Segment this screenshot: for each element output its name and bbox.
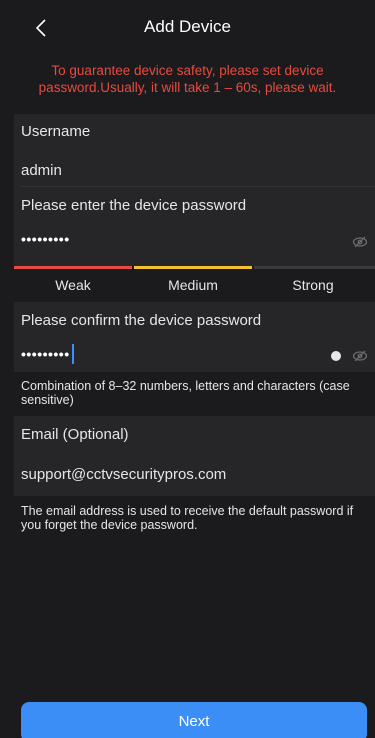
email-input[interactable]: support@cctvsecuritypros.com (21, 466, 226, 483)
strength-label-weak: Weak (55, 277, 91, 293)
strength-bar-strong (254, 266, 375, 269)
username-label: Username (21, 123, 91, 140)
safety-notice: To guarantee device safety, please set d… (38, 63, 337, 95)
confirm-password-input[interactable]: ••••••••• (21, 346, 70, 362)
eye-hidden-icon[interactable] (352, 350, 368, 362)
username-password-panel: Username admin Please enter the device p… (14, 114, 375, 266)
confirm-password-panel: Please confirm the device password •••••… (14, 302, 375, 372)
divider (21, 186, 375, 187)
email-panel: Email (Optional) support@cctvsecuritypro… (14, 416, 375, 496)
strength-label-medium: Medium (168, 277, 218, 293)
strength-label-strong: Strong (292, 277, 334, 293)
password-hint: Combination of 8–32 numbers, letters and… (21, 379, 350, 407)
username-input[interactable]: admin (21, 162, 62, 179)
eye-hidden-icon[interactable] (352, 236, 368, 248)
confirm-password-label: Please confirm the device password (21, 312, 262, 329)
header-bar: Add Device (0, 0, 375, 56)
strength-bar-weak (14, 266, 132, 269)
clear-dot-icon[interactable] (331, 351, 341, 361)
email-hint: The email address is used to receive the… (21, 504, 354, 532)
next-button[interactable]: Next (21, 702, 367, 738)
strength-bar-medium (134, 266, 252, 269)
email-label: Email (Optional) (21, 426, 129, 443)
password-input[interactable]: ••••••••• (21, 231, 70, 247)
text-caret (72, 344, 74, 364)
password-label: Please enter the device password (21, 197, 247, 214)
page-title: Add Device (144, 17, 231, 36)
